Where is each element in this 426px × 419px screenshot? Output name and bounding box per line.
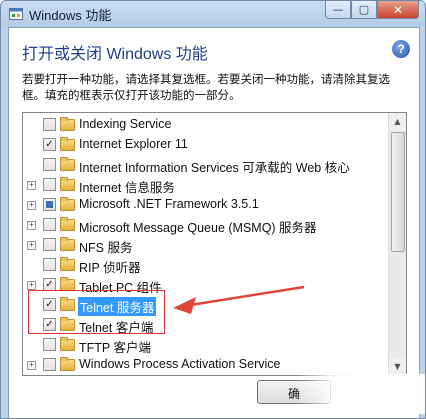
minimize-button[interactable]: — [325, 1, 351, 19]
feature-row[interactable]: + Microsoft .NET Framework 3.5.1 [23, 195, 393, 215]
folder-icon [60, 117, 75, 131]
feature-label: TFTP 客户端 [79, 341, 151, 355]
dialog-client-area: 打开或关闭 Windows 功能 ? 若要打开一种功能，请选择其复选框。若要关闭… [8, 27, 425, 418]
feature-label: Microsoft Message Queue (MSMQ) 服务器 [79, 221, 317, 235]
feature-row[interactable]: RIP 侦听器 [23, 255, 393, 275]
feature-checkbox[interactable] [43, 178, 56, 191]
feature-checkbox[interactable] [43, 198, 56, 211]
feature-row[interactable]: TFTP 客户端 [23, 335, 393, 355]
close-button[interactable]: ✕ [377, 1, 419, 19]
caption-buttons: — ▢ ✕ [325, 1, 419, 20]
page-title: 打开或关闭 Windows 功能 [22, 46, 208, 63]
feature-row[interactable]: Internet Information Services 可承载的 Web 核… [23, 155, 393, 175]
watermark-fade [295, 374, 425, 414]
folder-icon [60, 197, 75, 211]
expand-icon[interactable]: + [27, 181, 36, 190]
expand-icon[interactable]: + [27, 201, 36, 210]
title-bar[interactable]: Windows 功能 — ▢ ✕ [1, 1, 425, 27]
expand-icon[interactable]: + [27, 361, 36, 370]
feature-row[interactable]: ✓ Internet Explorer 11 [23, 135, 393, 155]
feature-label: Internet Explorer 11 [79, 137, 188, 151]
maximize-button[interactable]: ▢ [351, 1, 377, 19]
scroll-up-icon[interactable]: ▲ [389, 113, 406, 130]
folder-icon [60, 217, 75, 231]
feature-checkbox[interactable] [43, 258, 56, 271]
feature-label: Microsoft .NET Framework 3.5.1 [79, 197, 259, 211]
feature-row[interactable]: + Microsoft Message Queue (MSMQ) 服务器 [23, 215, 393, 235]
folder-icon [60, 337, 75, 351]
folder-icon [60, 137, 75, 151]
help-icon[interactable]: ? [392, 40, 410, 58]
folder-icon [60, 177, 75, 191]
feature-checkbox[interactable] [43, 158, 56, 171]
feature-label: Internet 信息服务 [79, 181, 175, 195]
feature-label: Indexing Service [79, 117, 172, 131]
folder-icon [60, 357, 75, 371]
scroll-down-icon[interactable]: ▼ [389, 358, 406, 375]
expand-icon[interactable]: + [27, 281, 36, 290]
feature-label: NFS 服务 [79, 241, 133, 255]
expand-icon[interactable]: + [27, 241, 36, 250]
feature-row[interactable]: + Internet 信息服务 [23, 175, 393, 195]
feature-checkbox[interactable] [43, 118, 56, 131]
features-tree[interactable]: Indexing Service ✓ Internet Explorer 11 Int… [22, 112, 407, 376]
windows-features-dialog: Windows 功能 — ▢ ✕ 打开或关闭 Windows 功能 ? 若要打开… [0, 0, 426, 419]
folder-icon [60, 157, 75, 171]
scroll-thumb[interactable] [391, 132, 405, 252]
feature-checkbox[interactable] [43, 218, 56, 231]
feature-checkbox[interactable] [43, 338, 56, 351]
annotation-highlight-box [28, 290, 165, 334]
feature-row[interactable]: + Windows Process Activation Service [23, 355, 393, 375]
description-line-2: 框。填充的框表示仅打开该功能的一部分。 [22, 90, 241, 102]
vertical-scrollbar[interactable]: ▲ ▼ [388, 113, 406, 375]
folder-icon [60, 257, 75, 271]
feature-checkbox[interactable]: ✓ [43, 138, 56, 151]
description-line-1: 若要打开一种功能，请选择其复选框。若要关闭一种功能，请清除其复选 [22, 74, 390, 86]
description-text: 若要打开一种功能，请选择其复选框。若要关闭一种功能，请清除其复选 框。填充的框表… [22, 72, 404, 104]
feature-row[interactable]: Indexing Service [23, 115, 393, 135]
feature-checkbox[interactable] [43, 358, 56, 371]
feature-label: Windows Process Activation Service [79, 357, 281, 371]
expand-icon[interactable]: + [27, 221, 36, 230]
feature-row[interactable]: + NFS 服务 [23, 235, 393, 255]
feature-label: RIP 侦听器 [79, 261, 141, 275]
windows-features-icon [9, 8, 23, 20]
feature-checkbox[interactable] [43, 238, 56, 251]
feature-label: Internet Information Services 可承载的 Web 核… [79, 161, 350, 175]
window-title: Windows 功能 [29, 8, 112, 23]
folder-icon [60, 237, 75, 251]
